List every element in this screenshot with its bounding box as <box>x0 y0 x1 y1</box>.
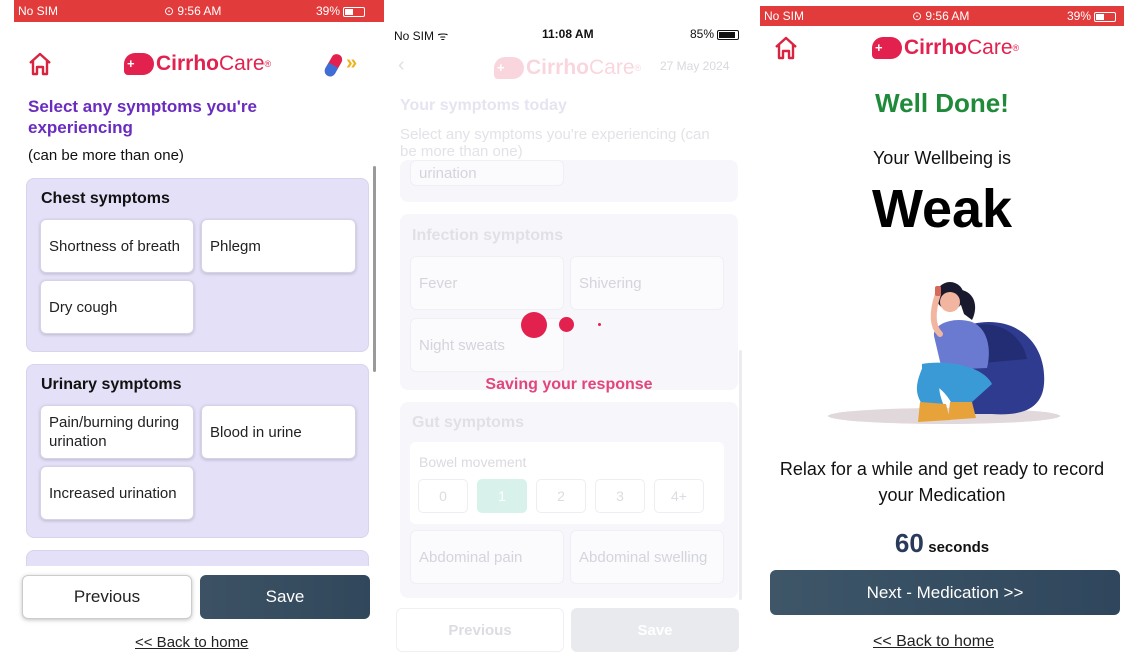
saving-status-text: Saving your response <box>485 376 653 393</box>
cirrhocare-logo: CirrhoCare® <box>872 36 1019 60</box>
urinary-symptoms-group: urination <box>400 160 738 202</box>
scrollbar[interactable] <box>373 166 376 372</box>
bowel-option[interactable]: 3 <box>595 479 645 513</box>
infection-symptoms-group: Infection symptoms Fever Shivering Night… <box>400 214 738 390</box>
wifi-icon: ᯤ <box>437 29 449 43</box>
liver-logo-icon <box>124 53 154 75</box>
symptom-option[interactable]: Shivering <box>570 256 724 310</box>
battery-indicator: 85% <box>690 27 740 41</box>
well-done-heading: Well Done! <box>875 88 1009 118</box>
group-title: Urinary symptoms <box>41 376 182 393</box>
relax-message: Relax for a while and get ready to recor… <box>779 459 1105 505</box>
previous-button[interactable]: Previous <box>22 575 192 619</box>
battery-icon <box>343 6 366 17</box>
battery-icon <box>717 29 740 40</box>
symptom-option[interactable]: Phlegm <box>201 219 356 273</box>
symptom-option[interactable]: Blood in urine <box>201 405 356 459</box>
bowel-option[interactable]: 4+ <box>654 479 704 513</box>
back-to-home-link[interactable]: << Back to home <box>873 633 994 651</box>
symptom-option[interactable]: Increased urination <box>40 466 194 520</box>
loading-dot <box>521 312 547 338</box>
save-button[interactable]: Save <box>571 608 739 652</box>
battery-indicator: 39% <box>1067 9 1117 23</box>
status-bar: No SIM ⊙ 9:56 AM 39% <box>760 6 1124 26</box>
symptom-option[interactable]: urination <box>410 160 564 186</box>
page-title: Your symptoms today <box>400 97 567 114</box>
liver-logo-icon <box>872 37 902 59</box>
urinary-symptoms-group: Urinary symptoms Pain/burning during uri… <box>26 364 369 538</box>
wellbeing-value: Weak <box>871 179 1013 239</box>
date-label: 27 May 2024 <box>660 59 730 73</box>
pill-icon <box>324 54 343 77</box>
timer-unit: seconds <box>928 539 990 556</box>
medication-shortcut[interactable]: » <box>320 50 370 80</box>
clock: 11:08 AM <box>542 27 594 41</box>
bowel-option[interactable]: 0 <box>418 479 468 513</box>
save-button[interactable]: Save <box>200 575 370 619</box>
symptom-option[interactable]: Shortness of breath <box>40 219 194 273</box>
carrier-label: No SIM <box>18 4 59 18</box>
loading-dot <box>598 323 601 326</box>
countdown-timer: 60 seconds <box>760 528 1124 559</box>
carrier-label: No SIM ᯤ <box>394 29 449 43</box>
saving-screen: No SIM ᯤ 11:08 AM 85% ‹ CirrhoCare® 27 M… <box>390 20 748 665</box>
page-title: Select any symptoms you're experiencing <box>28 97 257 137</box>
symptom-option[interactable]: Abdominal pain <box>410 530 564 584</box>
status-bar: No SIM ⊙ 9:56 AM 39% <box>14 0 384 22</box>
bowel-option-selected[interactable]: 1 <box>477 479 527 513</box>
group-title: Chest symptoms <box>41 190 170 207</box>
chest-symptoms-group: Chest symptoms Shortness of breath Phleg… <box>26 178 369 352</box>
scrollbar[interactable] <box>739 350 742 600</box>
cirrhocare-logo: CirrhoCare® <box>124 52 271 76</box>
timer-value: 60 <box>894 528 924 558</box>
page-subtitle: Select any symptoms you're experiencing … <box>400 126 710 160</box>
clock: ⊙ 9:56 AM <box>164 4 222 18</box>
status-bar: No SIM ᯤ 11:08 AM 85% <box>390 20 748 46</box>
bowel-movement-label: Bowel movement <box>419 454 527 470</box>
page-subtitle: (can be more than one) <box>28 147 184 164</box>
liver-logo-icon <box>494 57 524 79</box>
symptoms-screen: No SIM ⊙ 9:56 AM 39% CirrhoCare® » Selec… <box>14 0 384 665</box>
battery-indicator: 39% <box>316 4 366 18</box>
home-icon[interactable] <box>26 50 54 78</box>
wellbeing-result-screen: No SIM ⊙ 9:56 AM 39% CirrhoCare® Well Do… <box>760 6 1124 665</box>
symptom-option[interactable]: Fever <box>410 256 564 310</box>
previous-button[interactable]: Previous <box>396 608 564 652</box>
bowel-movement-card: Bowel movement 0 1 2 3 4+ <box>410 442 724 524</box>
clock: ⊙ 9:56 AM <box>912 9 970 23</box>
back-to-home-link[interactable]: << Back to home <box>135 634 248 651</box>
back-chevron-icon[interactable]: ‹ <box>398 54 405 77</box>
symptom-option[interactable]: Pain/burning during urination <box>40 405 194 459</box>
gut-symptoms-group: Gut symptoms Bowel movement 0 1 2 3 4+ A… <box>400 402 738 598</box>
wellbeing-label: Your Wellbeing is <box>872 148 1012 168</box>
symptom-option[interactable]: Abdominal swelling <box>570 530 724 584</box>
next-medication-button[interactable]: Next - Medication >> <box>770 570 1120 615</box>
loading-dot <box>559 317 574 332</box>
group-title: Gut symptoms <box>412 414 525 431</box>
double-chevron-right-icon: » <box>346 52 358 74</box>
cirrhocare-logo: CirrhoCare® <box>494 56 641 80</box>
home-icon[interactable] <box>772 34 800 62</box>
relaxing-person-illustration <box>828 282 1060 424</box>
bowel-option[interactable]: 2 <box>536 479 586 513</box>
symptom-option[interactable]: Dry cough <box>40 280 194 334</box>
group-title: Infection symptoms <box>412 227 564 244</box>
battery-icon <box>1094 11 1117 22</box>
carrier-label: No SIM <box>764 9 805 23</box>
